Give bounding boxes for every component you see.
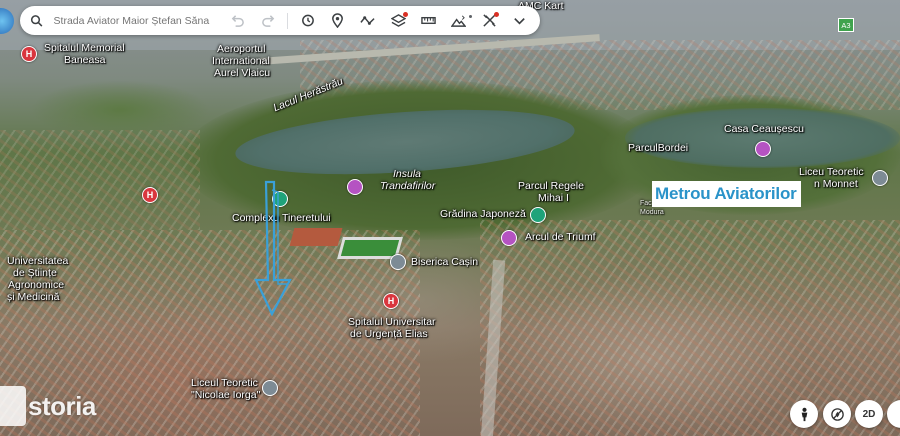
label-liceu-monnet-2: n Monnet [814, 178, 858, 190]
hospital-icon[interactable]: H [21, 46, 37, 62]
label-univ-3: Agronomice [8, 279, 65, 291]
label-aeroport-1: Aeroportul [217, 43, 266, 55]
school-icon[interactable] [872, 170, 888, 186]
label-univ-2: de Științe [13, 267, 57, 279]
metro-aviatorilor-label: Metrou Aviatorilor [652, 181, 801, 207]
settings-button[interactable] [478, 10, 499, 32]
more-button[interactable] [509, 10, 530, 32]
label-univ-4: și Medicină [7, 291, 60, 303]
search-toolbar [20, 6, 540, 35]
search-input[interactable] [53, 14, 219, 27]
compass-icon [830, 407, 844, 421]
label-spital-baneasa-1: Spitalul Memorial [44, 42, 125, 54]
storia-brand: storia [28, 390, 96, 421]
photo-icon [451, 15, 467, 27]
place-button[interactable] [327, 10, 348, 32]
storia-logo-icon [0, 386, 26, 426]
label-liceu-monnet-1: Liceu Teoretic [799, 166, 864, 178]
label-univ-1: Universitatea [7, 255, 69, 267]
school-icon[interactable] [262, 380, 278, 396]
history-icon [301, 14, 314, 27]
layers-button[interactable] [388, 10, 409, 32]
photo-button[interactable] [448, 10, 473, 32]
label-biserica-casin: Biserica Cașin [411, 256, 479, 268]
label-faculty-small-2: Modura [640, 209, 664, 216]
undo-button[interactable] [227, 10, 248, 32]
measure-button[interactable] [418, 10, 439, 32]
hospital-icon[interactable]: H [142, 187, 158, 203]
toolbar-divider [286, 12, 288, 29]
church-icon[interactable] [390, 254, 406, 270]
label-spital-elias-2: de Urgență Elias [350, 328, 428, 340]
garden-icon[interactable] [530, 207, 546, 223]
monument-icon[interactable] [501, 230, 517, 246]
redo-icon [261, 15, 274, 27]
pegman-icon [801, 407, 807, 421]
place-icon [332, 13, 344, 28]
storia-watermark: storia [0, 386, 96, 426]
label-liceu-iorga-1: Liceul Teoretic [191, 377, 258, 389]
history-button[interactable] [297, 10, 318, 32]
notification-dot [402, 11, 408, 17]
label-insula-2: Trandafirilor [380, 180, 436, 192]
label-insula-1: Insula [393, 168, 422, 180]
label-gradina-japoneza: Grădina Japoneză [440, 208, 526, 220]
path-button[interactable] [357, 10, 378, 32]
dropdown-marker [469, 14, 473, 18]
landmark-icon[interactable] [755, 141, 771, 157]
label-casa-ceausescu: Casa Ceaușescu [724, 123, 804, 135]
label-parcul-bordei: ParculBordei [628, 142, 689, 154]
label-faculty-small-1: Fac [640, 200, 652, 207]
notification-dot [493, 11, 499, 17]
museum-icon[interactable] [347, 179, 363, 195]
label-spital-baneasa-2: Baneasa [64, 54, 106, 66]
location-arrow-icon [254, 180, 292, 317]
label-aeroport-2: International [212, 55, 270, 67]
view-2d-button[interactable]: 2D [855, 400, 883, 428]
label-spital-elias-1: Spitalul Universitar [348, 316, 436, 328]
redo-button[interactable] [257, 10, 278, 32]
road-badge: A3 [838, 18, 854, 32]
path-icon [360, 16, 375, 25]
street-view-button[interactable] [790, 400, 818, 428]
label-liceu-iorga-2: "Nicolae Iorga" [191, 389, 261, 401]
label-arcul-de-triumf: Arcul de Triumf [525, 231, 596, 243]
chevron-down-icon [514, 18, 525, 25]
search-icon[interactable] [30, 14, 44, 28]
compass-button[interactable] [823, 400, 851, 428]
label-parcul-regele-1: Parcul Regele [518, 180, 584, 192]
measure-icon [421, 16, 436, 25]
hospital-icon[interactable]: H [383, 293, 399, 309]
label-aeroport-3: Aurel Vlaicu [214, 67, 271, 79]
undo-icon [231, 15, 245, 27]
label-parcul-regele-2: Mihai I [538, 192, 569, 204]
